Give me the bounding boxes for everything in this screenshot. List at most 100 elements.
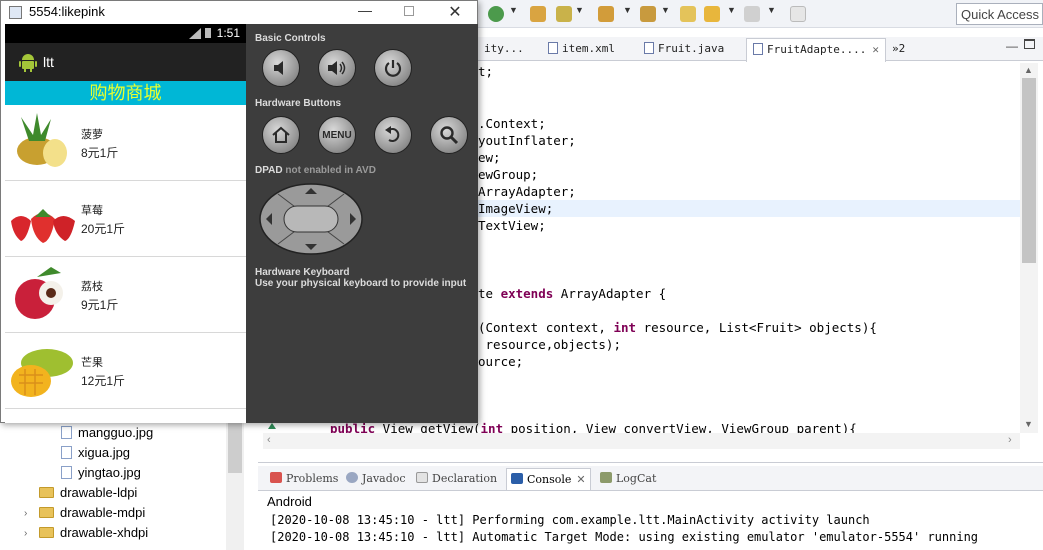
open-type-icon[interactable]	[530, 6, 546, 22]
fruit-name: 芒果	[81, 357, 103, 369]
window-title: 5554:likepink	[29, 4, 105, 19]
power-icon	[384, 60, 402, 77]
tree-item-file[interactable]: yingtao.jpg	[61, 465, 141, 480]
xml-file-icon	[548, 42, 558, 54]
tab-overflow[interactable]: »2	[886, 38, 911, 60]
tab-console[interactable]: Console ✕	[506, 468, 591, 490]
image-file-icon	[61, 446, 72, 459]
code-line: ew;	[478, 150, 501, 165]
volume-down-button[interactable]	[262, 49, 300, 87]
chevron-down-icon[interactable]: ▼	[623, 5, 632, 15]
emulator-app-icon	[9, 6, 22, 19]
tree-item-folder[interactable]: drawable-xhdpi	[39, 525, 148, 540]
editor-tab-bar: ity... item.xml Fruit.java FruitAdapte..…	[478, 37, 1043, 62]
back-button[interactable]	[374, 116, 412, 154]
maximize-button[interactable]	[389, 2, 429, 22]
tab-item-xml[interactable]: item.xml	[542, 38, 621, 60]
tree-scroll-thumb[interactable]	[228, 423, 242, 473]
pineapple-image	[17, 113, 67, 167]
editor-horizontal-scrollbar[interactable]: ‹ ›	[263, 433, 1020, 449]
code-line: (Context context, int resource, List<Fru…	[478, 320, 877, 335]
chevron-right-icon[interactable]: ›	[24, 528, 27, 539]
fruit-list-item[interactable]: 菠萝 8元1斤	[5, 105, 246, 181]
close-icon[interactable]: ✕	[576, 473, 585, 486]
maximize-editor-icon[interactable]	[1024, 39, 1035, 49]
previous-annotation-icon[interactable]	[640, 6, 656, 22]
tab-activity[interactable]: ity...	[478, 38, 530, 60]
code-line: resource,objects);	[478, 337, 621, 352]
home-button[interactable]	[262, 116, 300, 154]
status-bar: 1:51	[5, 24, 246, 43]
search-button[interactable]	[430, 116, 468, 154]
chevron-down-icon[interactable]: ▼	[727, 5, 736, 15]
power-button[interactable]	[374, 49, 412, 87]
emulator-controls: Basic Controls Hardware Buttons MENU DPA…	[246, 24, 478, 423]
chevron-down-icon[interactable]: ▼	[575, 5, 584, 15]
javadoc-icon	[346, 472, 358, 483]
tab-fruit-adapter[interactable]: FruitAdapte.... ✕	[746, 38, 886, 62]
chevron-down-icon[interactable]: ▼	[767, 5, 776, 15]
emulator-titlebar[interactable]: 5554:likepink — ✕	[1, 1, 477, 24]
volume-down-icon	[274, 61, 283, 75]
chevron-right-icon[interactable]: ›	[24, 508, 27, 519]
code-line: .Context;	[478, 116, 546, 131]
tab-problems[interactable]: Problems	[266, 468, 342, 490]
code-editor[interactable]: t; .Context; youtInflater; ew; ewGroup; …	[478, 63, 1020, 431]
editor-scroll-thumb[interactable]	[1022, 78, 1036, 263]
chevron-down-icon[interactable]: ▼	[1024, 419, 1033, 429]
chevron-down-icon[interactable]: ▼	[661, 5, 670, 15]
image-file-icon	[61, 426, 72, 439]
mango-image	[11, 349, 73, 397]
logcat-icon	[600, 472, 612, 483]
code-line: te extends ArrayAdapter {	[478, 286, 667, 301]
phone-screen[interactable]: 1:51 ltt 购物商城 菠萝 8元1斤 草莓 20元1斤 荔枝 9元1斤 芒…	[5, 24, 246, 423]
menu-button[interactable]: MENU	[318, 116, 356, 154]
fruit-list-item[interactable]: 荔枝 9元1斤	[5, 257, 246, 333]
folder-icon	[39, 507, 54, 518]
override-marker-icon	[268, 423, 276, 429]
console-log-line: [2020-10-08 13:45:10 - ltt] Automatic Ta…	[270, 530, 979, 544]
declaration-icon	[416, 472, 428, 483]
chevron-left-icon[interactable]: ‹	[267, 434, 271, 446]
fruit-list-item[interactable]: 草莓 20元1斤	[5, 181, 246, 257]
back-arrow-icon[interactable]	[704, 6, 720, 22]
android-icon	[19, 54, 37, 72]
last-edit-icon[interactable]	[680, 6, 696, 22]
app-action-bar: ltt	[5, 43, 246, 81]
fruit-name: 草莓	[81, 205, 103, 217]
volume-up-icon	[328, 61, 346, 75]
minimize-button[interactable]: —	[345, 2, 385, 22]
problems-icon	[270, 472, 282, 483]
console-log-line: [2020-10-08 13:45:10 - ltt] Performing c…	[270, 513, 870, 527]
close-button[interactable]: ✕	[435, 2, 475, 22]
pin-editor-icon[interactable]	[790, 6, 806, 22]
debug-icon[interactable]	[488, 6, 504, 22]
tree-item-file[interactable]: xigua.jpg	[61, 445, 130, 460]
dpad-control[interactable]	[258, 182, 364, 256]
quick-access-input[interactable]: Quick Access	[956, 3, 1043, 25]
folder-icon	[39, 487, 54, 498]
fruit-name: 菠萝	[81, 129, 103, 141]
chevron-right-icon[interactable]: ›	[1008, 434, 1012, 446]
chevron-down-icon[interactable]: ▼	[509, 5, 518, 15]
maximize-icon	[404, 6, 414, 16]
close-icon[interactable]: ✕	[872, 43, 879, 56]
tab-logcat[interactable]: LogCat	[596, 468, 660, 490]
next-annotation-icon[interactable]	[598, 6, 614, 22]
tree-item-folder[interactable]: drawable-mdpi	[39, 505, 145, 520]
tab-fruit-java[interactable]: Fruit.java	[638, 38, 730, 60]
volume-up-button[interactable]	[318, 49, 356, 87]
lychee-image	[15, 267, 63, 319]
minimize-editor-icon[interactable]: —	[1006, 39, 1018, 53]
chevron-up-icon[interactable]: ▲	[1024, 65, 1033, 75]
basic-controls-label: Basic Controls	[255, 33, 326, 44]
search-tool-icon[interactable]	[556, 6, 572, 22]
fruit-list-item[interactable]: 芒果 12元1斤	[5, 333, 246, 409]
battery-icon	[205, 28, 211, 38]
tree-item-file[interactable]: mangguo.jpg	[61, 425, 153, 440]
forward-arrow-icon[interactable]	[744, 6, 760, 22]
tab-declaration[interactable]: Declaration	[412, 468, 501, 490]
tree-item-folder[interactable]: drawable-ldpi	[39, 485, 137, 500]
folder-icon	[39, 527, 54, 538]
tab-javadoc[interactable]: Javadoc	[342, 468, 410, 490]
